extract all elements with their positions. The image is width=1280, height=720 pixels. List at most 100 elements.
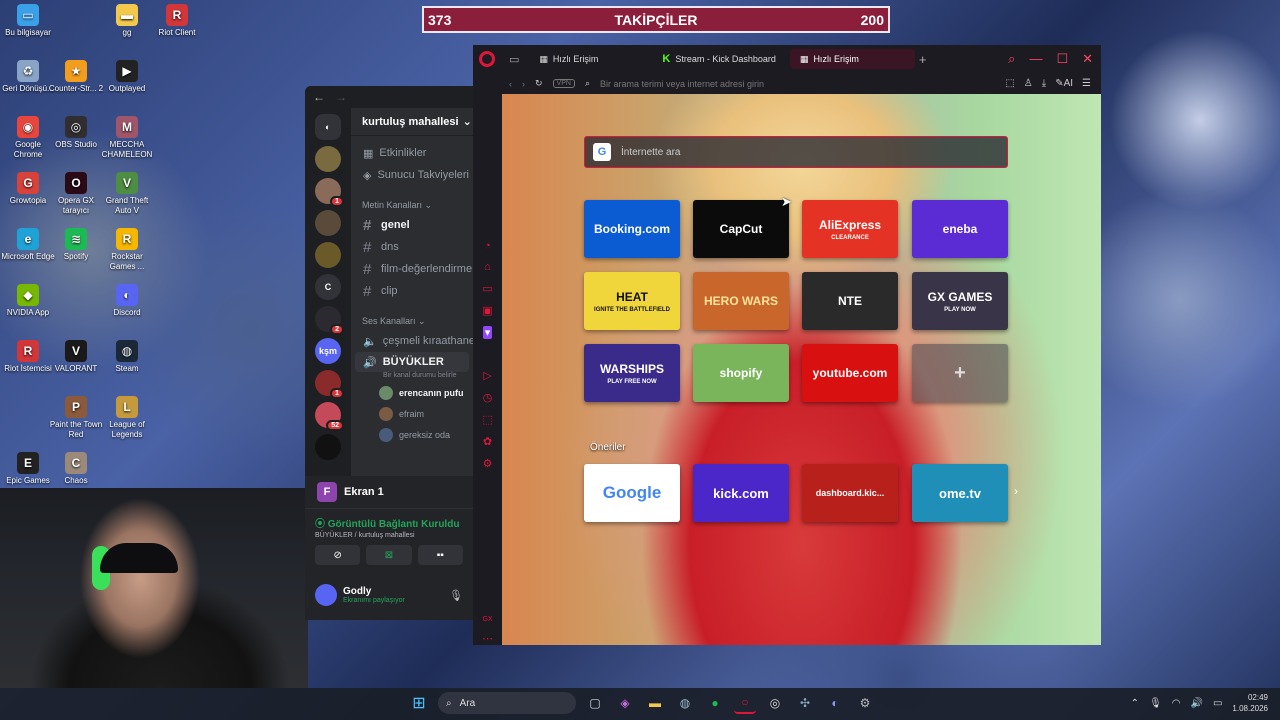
volume-icon[interactable]: 🔊: [1191, 698, 1203, 709]
suggestion-tile[interactable]: kick.com: [693, 464, 789, 522]
speed-dial-tile[interactable]: Booking.com: [584, 200, 680, 258]
tab-overview-icon[interactable]: ▭: [509, 53, 519, 66]
file-explorer-icon[interactable]: ▬: [644, 692, 666, 714]
search-icon[interactable]: ⌕: [1008, 51, 1015, 67]
suggestion-tile[interactable]: ome.tv: [912, 464, 1008, 522]
forward-icon[interactable]: ›: [522, 79, 525, 89]
guild-icon[interactable]: 2: [315, 306, 344, 335]
desktop-shortcut[interactable]: R Riot Client: [149, 4, 205, 38]
server-boosts-item[interactable]: ◈ Sunucu Takviyeleri: [351, 164, 473, 186]
speed-dial-tile[interactable]: HEAT IGNITE THE BATTLEFIELD: [584, 272, 680, 330]
microphone-icon[interactable]: 🎙: [449, 589, 463, 602]
connection-status[interactable]: Görüntülü Bağlantı Kuruldu: [328, 519, 460, 530]
back-icon[interactable]: ‹: [509, 79, 512, 89]
desktop-shortcut[interactable]: ▭ Bu bilgisayar: [0, 4, 56, 38]
taskbar-search[interactable]: ⌕ Ara: [438, 692, 576, 714]
chevron-up-icon[interactable]: ⌃: [1131, 698, 1139, 709]
desktop-shortcut[interactable]: V Grand Theft Auto V: [99, 172, 155, 216]
camera-off-button[interactable]: ⊘: [315, 545, 361, 565]
suggestion-tile[interactable]: Google: [584, 464, 680, 522]
download-icon[interactable]: ⤓: [1042, 78, 1046, 89]
desktop-shortcut[interactable]: ◐ Discord: [99, 284, 155, 318]
suggestion-tile[interactable]: dashboard.kic...: [802, 464, 898, 522]
twitch-icon[interactable]: ▾: [482, 326, 493, 339]
minimize-icon[interactable]: —: [1029, 51, 1042, 67]
desktop-shortcut[interactable]: ≋ Spotify: [48, 228, 104, 262]
more-icon[interactable]: ⋯: [482, 632, 493, 645]
text-channels-category[interactable]: Metin Kanalları ⌄: [351, 196, 473, 214]
channel-genel[interactable]: # genel: [351, 214, 473, 236]
history-icon[interactable]: ◷: [483, 391, 493, 404]
player-icon[interactable]: ▷: [483, 369, 491, 382]
box-icon[interactable]: ⬚: [482, 413, 492, 426]
snapshot-icon[interactable]: ⬚: [1005, 78, 1014, 89]
speed-dial-tile[interactable]: youtube.com: [802, 344, 898, 402]
desktop-shortcut[interactable]: P Paint the Town Red: [48, 396, 104, 440]
tab-speed-dial-1[interactable]: ▦ Hızlı Erişim: [529, 49, 608, 69]
desktop-shortcut[interactable]: V VALORANT: [48, 340, 104, 374]
settings-icon[interactable]: ⚙: [854, 692, 876, 714]
voice-user[interactable]: gereksiz oda: [351, 424, 473, 445]
opera-logo-icon[interactable]: [479, 51, 495, 67]
desktop-shortcut[interactable]: L League of Legends: [99, 396, 155, 440]
desktop-shortcut[interactable]: ◍ Steam: [99, 340, 155, 374]
guild-icon[interactable]: [315, 434, 341, 460]
guild-c[interactable]: C: [315, 274, 341, 300]
guild-icon[interactable]: [315, 146, 341, 172]
address-input[interactable]: Bir arama terimi veya internet adresi gi…: [600, 79, 764, 89]
tab-speed-dial-2[interactable]: ▦ Hızlı Erişim: [789, 49, 915, 69]
desktop-shortcut[interactable]: R Rockstar Games ...: [99, 228, 155, 272]
copilot-icon[interactable]: ◈: [614, 692, 636, 714]
internet-search-box[interactable]: G İnternette ara: [584, 136, 1008, 168]
server-header[interactable]: kurtuluş mahallesi ⌄: [351, 108, 473, 136]
speed-dial-tile[interactable]: +: [912, 344, 1008, 402]
start-icon[interactable]: ⊞: [408, 692, 430, 714]
aria-ai-button[interactable]: ✎AI: [1055, 78, 1073, 89]
voice-channel-buyukler[interactable]: 🔊 BÜYÜKLER: [355, 352, 469, 372]
voice-channels-category[interactable]: Ses Kanalları ⌄: [351, 312, 473, 330]
reload-icon[interactable]: ↻: [535, 78, 543, 89]
speed-dial-tile[interactable]: eneba: [912, 200, 1008, 258]
steam-icon[interactable]: ◍: [674, 692, 696, 714]
obs-icon[interactable]: ◎: [764, 692, 786, 714]
guild-icon[interactable]: [315, 242, 341, 268]
screen-share-panel[interactable]: F Ekran 1: [305, 476, 473, 508]
desktop-shortcut[interactable]: ▬ gg: [99, 4, 155, 38]
voice-user[interactable]: erencanın pufu: [351, 382, 473, 403]
voice-status-hint[interactable]: Bir kanal durumu belirle: [351, 372, 473, 382]
wifi-icon[interactable]: ◠: [1172, 698, 1181, 709]
extensions-icon[interactable]: ✿: [483, 435, 492, 448]
vpn-badge[interactable]: VPN: [552, 79, 575, 88]
guild-icon[interactable]: 52: [315, 402, 344, 431]
events-item[interactable]: ▦ Etkinlikler: [351, 142, 473, 164]
forward-arrow-icon[interactable]: →: [335, 90, 347, 104]
speed-dial-tile[interactable]: CapCut: [693, 200, 789, 258]
search-input[interactable]: İnternette ara: [621, 147, 680, 158]
desktop-shortcut[interactable]: C Chaos: [48, 452, 104, 486]
discord-icon[interactable]: ◐: [824, 692, 846, 714]
channel-film[interactable]: # film-değerlendirme: [351, 258, 473, 280]
network-app-icon[interactable]: ✣: [794, 692, 816, 714]
spotify-icon[interactable]: ●: [704, 692, 726, 714]
screen-share-button[interactable]: ⊠: [366, 545, 412, 565]
guild-icon[interactable]: [315, 210, 341, 236]
channel-dns[interactable]: # dns: [351, 236, 473, 258]
easy-setup-icon[interactable]: ☰: [1082, 78, 1091, 89]
new-tab-button[interactable]: +: [919, 52, 927, 67]
guild-ksm[interactable]: kşm: [315, 338, 341, 364]
speed-dial-tile[interactable]: GX GAMES PLAY NOW: [912, 272, 1008, 330]
discord-home-icon[interactable]: ◐: [315, 114, 341, 140]
desktop-shortcut[interactable]: M MECCHA CHAMELEON: [99, 116, 155, 160]
desktop-shortcut[interactable]: ★ Counter-Str... 2: [48, 60, 104, 94]
voice-user[interactable]: efraim: [351, 403, 473, 424]
battery-icon[interactable]: ▭: [1213, 698, 1222, 709]
microphone-icon[interactable]: 🎙: [1149, 698, 1162, 709]
gx-corner-icon[interactable]: ⌂: [484, 261, 491, 273]
desktop-shortcut[interactable]: ◎ OBS Studio: [48, 116, 104, 150]
close-icon[interactable]: ✕: [1082, 51, 1093, 67]
desktop-shortcut[interactable]: ▶ Outplayed: [99, 60, 155, 94]
guild-icon[interactable]: 1: [315, 178, 344, 207]
settings-icon[interactable]: ⚙: [483, 457, 493, 470]
opera-gx-icon[interactable]: ○: [734, 692, 756, 714]
tab-kick-dashboard[interactable]: K Stream - Kick Dashboard: [652, 49, 786, 69]
